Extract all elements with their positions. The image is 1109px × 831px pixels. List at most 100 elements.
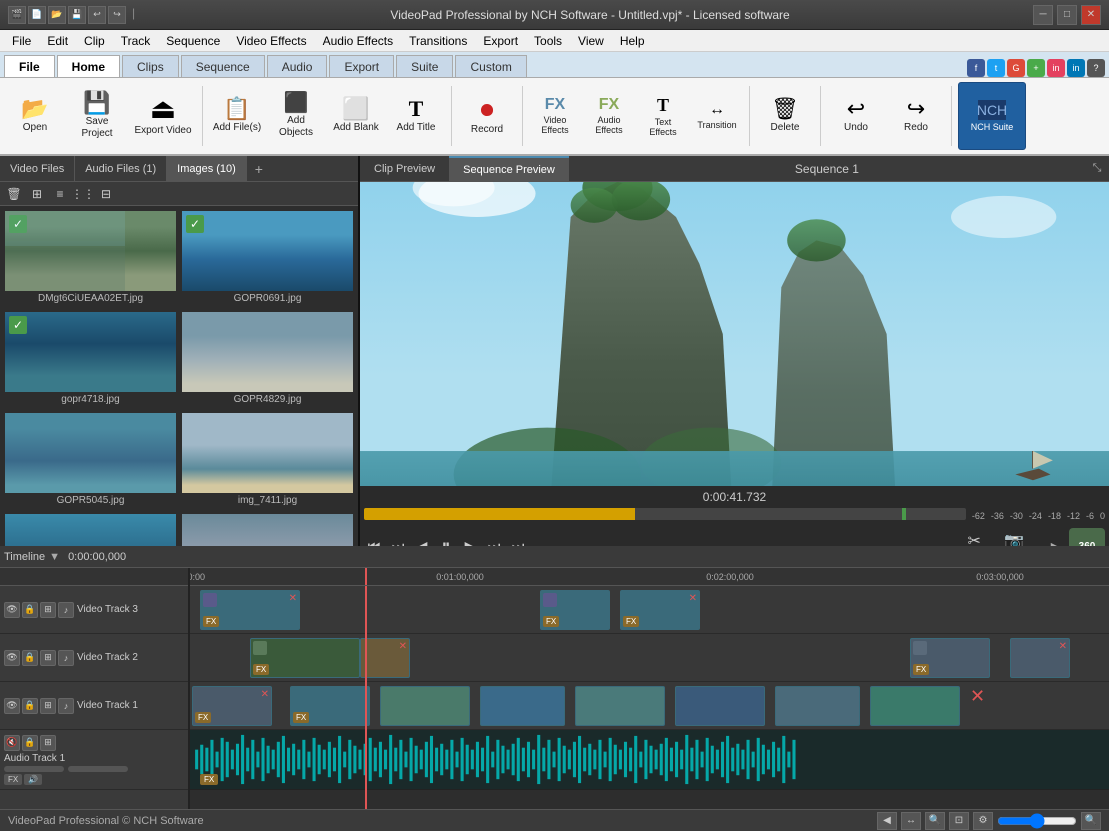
- clip-v1-3[interactable]: [380, 686, 470, 726]
- menu-clip[interactable]: Clip: [76, 32, 113, 50]
- audio-vol-left[interactable]: [4, 766, 64, 772]
- instagram-icon[interactable]: in: [1047, 59, 1065, 77]
- add-media-tab-button[interactable]: +: [247, 157, 271, 181]
- add-files-button[interactable]: 📋 Add File(s): [209, 82, 265, 150]
- media-list-view-tool[interactable]: ≡: [50, 184, 70, 204]
- track-mute-a1[interactable]: 🔇: [4, 735, 20, 751]
- record-button[interactable]: ⏺ Record: [458, 82, 516, 150]
- track-grid-v2[interactable]: ⊞: [40, 650, 56, 666]
- clip-fx-v3-3[interactable]: FX: [623, 616, 639, 627]
- media-item[interactable]: GOPR4829.jpg: [181, 311, 354, 408]
- help-social-icon[interactable]: ?: [1087, 59, 1105, 77]
- clip-v1-5[interactable]: [575, 686, 665, 726]
- audio-fx-button[interactable]: FX: [4, 774, 22, 785]
- facebook-icon[interactable]: f: [967, 59, 985, 77]
- tab-home[interactable]: Home: [57, 55, 120, 77]
- export-video-button[interactable]: ⏏ Export Video: [130, 82, 196, 150]
- menu-export[interactable]: Export: [475, 32, 526, 50]
- google-icon[interactable]: G: [1007, 59, 1025, 77]
- track-mute-v1[interactable]: 👁: [4, 698, 20, 714]
- tab-clip-preview[interactable]: Clip Preview: [360, 156, 449, 182]
- media-item[interactable]: ✓ GOPR0691.jpg: [181, 210, 354, 307]
- add-title-button[interactable]: T Add Title: [387, 82, 445, 150]
- clip-delete-v2-2[interactable]: ✕: [399, 641, 407, 652]
- clip-fx-v1-1[interactable]: FX: [195, 712, 211, 723]
- expand-preview-button[interactable]: ⤡: [1085, 157, 1109, 181]
- clip-v2-far1[interactable]: FX: [910, 638, 990, 678]
- menu-tools[interactable]: Tools: [526, 32, 570, 50]
- track-mute-v2[interactable]: 👁: [4, 650, 20, 666]
- nch-suite-button[interactable]: NCH NCH Suite: [958, 82, 1026, 150]
- menu-transitions[interactable]: Transitions: [401, 32, 475, 50]
- bottom-zoom-out-button[interactable]: ↔: [901, 812, 921, 830]
- redo-button[interactable]: ↪ Redo: [887, 82, 945, 150]
- clip-delete-v1-1[interactable]: ✕: [261, 689, 269, 700]
- close-button[interactable]: ✕: [1081, 5, 1101, 25]
- tab-file[interactable]: File: [4, 55, 55, 77]
- track-grid-v1[interactable]: ⊞: [40, 698, 56, 714]
- audio-vol-button[interactable]: 🔊: [24, 774, 42, 785]
- media-item[interactable]: img_7411.jpg: [181, 412, 354, 509]
- clip-delete-v3-1[interactable]: ✕: [289, 593, 297, 604]
- track-vol-v1[interactable]: ♪: [58, 698, 74, 714]
- twitter-icon[interactable]: t: [987, 59, 1005, 77]
- menu-file[interactable]: File: [4, 32, 39, 50]
- media-details-view-tool[interactable]: ⋮⋮: [73, 184, 93, 204]
- audio-effects-button[interactable]: FX Audio Effects: [583, 82, 635, 150]
- clip-fx-v1-2[interactable]: FX: [293, 712, 309, 723]
- zoom-slider[interactable]: [997, 814, 1077, 828]
- track-mute-v3[interactable]: 👁: [4, 602, 20, 618]
- menu-help[interactable]: Help: [612, 32, 653, 50]
- transition-button[interactable]: ↔ Transition: [691, 82, 743, 150]
- clip-v2-2[interactable]: ✕: [360, 638, 410, 678]
- menu-edit[interactable]: Edit: [39, 32, 76, 50]
- clip-v3-3[interactable]: FX ✕: [620, 590, 700, 630]
- bottom-settings-button[interactable]: ⚙: [973, 812, 993, 830]
- clip-v2-1[interactable]: FX: [250, 638, 360, 678]
- media-item[interactable]: [181, 513, 354, 546]
- add-objects-button[interactable]: ⬛ Add Objects: [267, 82, 325, 150]
- audio-fx-badge[interactable]: FX: [200, 774, 218, 785]
- track-lock-v2[interactable]: 🔒: [22, 650, 38, 666]
- save-project-button[interactable]: 💾 Save Project: [66, 82, 128, 150]
- clip-v3-2[interactable]: FX: [540, 590, 610, 630]
- bottom-zoom-reset-button[interactable]: 🔍: [1081, 812, 1101, 830]
- clip-v1-2[interactable]: FX: [290, 686, 370, 726]
- track-lock-v3[interactable]: 🔒: [22, 602, 38, 618]
- media-item[interactable]: [4, 513, 177, 546]
- tab-sequence[interactable]: Sequence: [181, 55, 265, 77]
- menu-audio-effects[interactable]: Audio Effects: [315, 32, 402, 50]
- tab-sequence-preview[interactable]: Sequence Preview: [449, 156, 569, 182]
- new-icon[interactable]: 📄: [28, 6, 46, 24]
- tab-clips[interactable]: Clips: [122, 55, 179, 77]
- clip-fx-v3-2[interactable]: FX: [543, 616, 559, 627]
- menu-sequence[interactable]: Sequence: [158, 32, 228, 50]
- tab-audio-files[interactable]: Audio Files (1): [75, 156, 167, 182]
- menu-video-effects[interactable]: Video Effects: [228, 32, 314, 50]
- minimize-button[interactable]: ─: [1033, 5, 1053, 25]
- undo-title-icon[interactable]: ↩: [88, 6, 106, 24]
- menu-track[interactable]: Track: [113, 32, 159, 50]
- clip-v1-1[interactable]: FX ✕: [192, 686, 272, 726]
- undo-button[interactable]: ↩ Undo: [827, 82, 885, 150]
- clip-delete-v2-far2[interactable]: ✕: [1059, 641, 1067, 652]
- linkedin-icon[interactable]: in: [1067, 59, 1085, 77]
- clip-v1-del[interactable]: ✕: [970, 686, 985, 707]
- save-icon[interactable]: 💾: [68, 6, 86, 24]
- menu-view[interactable]: View: [570, 32, 612, 50]
- clip-fx-v3-1[interactable]: FX: [203, 616, 219, 627]
- clip-fx-v2-far1[interactable]: FX: [913, 664, 929, 675]
- track-lock-a1[interactable]: 🔒: [22, 735, 38, 751]
- bottom-zoom-in-button[interactable]: 🔍: [925, 812, 945, 830]
- track-grid-a1[interactable]: ⊞: [40, 735, 56, 751]
- track-vol-v2[interactable]: ♪: [58, 650, 74, 666]
- tab-export[interactable]: Export: [329, 55, 394, 77]
- clip-v1-4[interactable]: [480, 686, 565, 726]
- clip-v2-far2[interactable]: ✕: [1010, 638, 1070, 678]
- preview-progress-bar[interactable]: [364, 508, 966, 520]
- maximize-button[interactable]: □: [1057, 5, 1077, 25]
- open-button[interactable]: 📂 Open: [6, 82, 64, 150]
- media-sort-tool[interactable]: ⊟: [96, 184, 116, 204]
- media-delete-tool[interactable]: 🗑: [4, 184, 24, 204]
- clip-fx-v2-1[interactable]: FX: [253, 664, 269, 675]
